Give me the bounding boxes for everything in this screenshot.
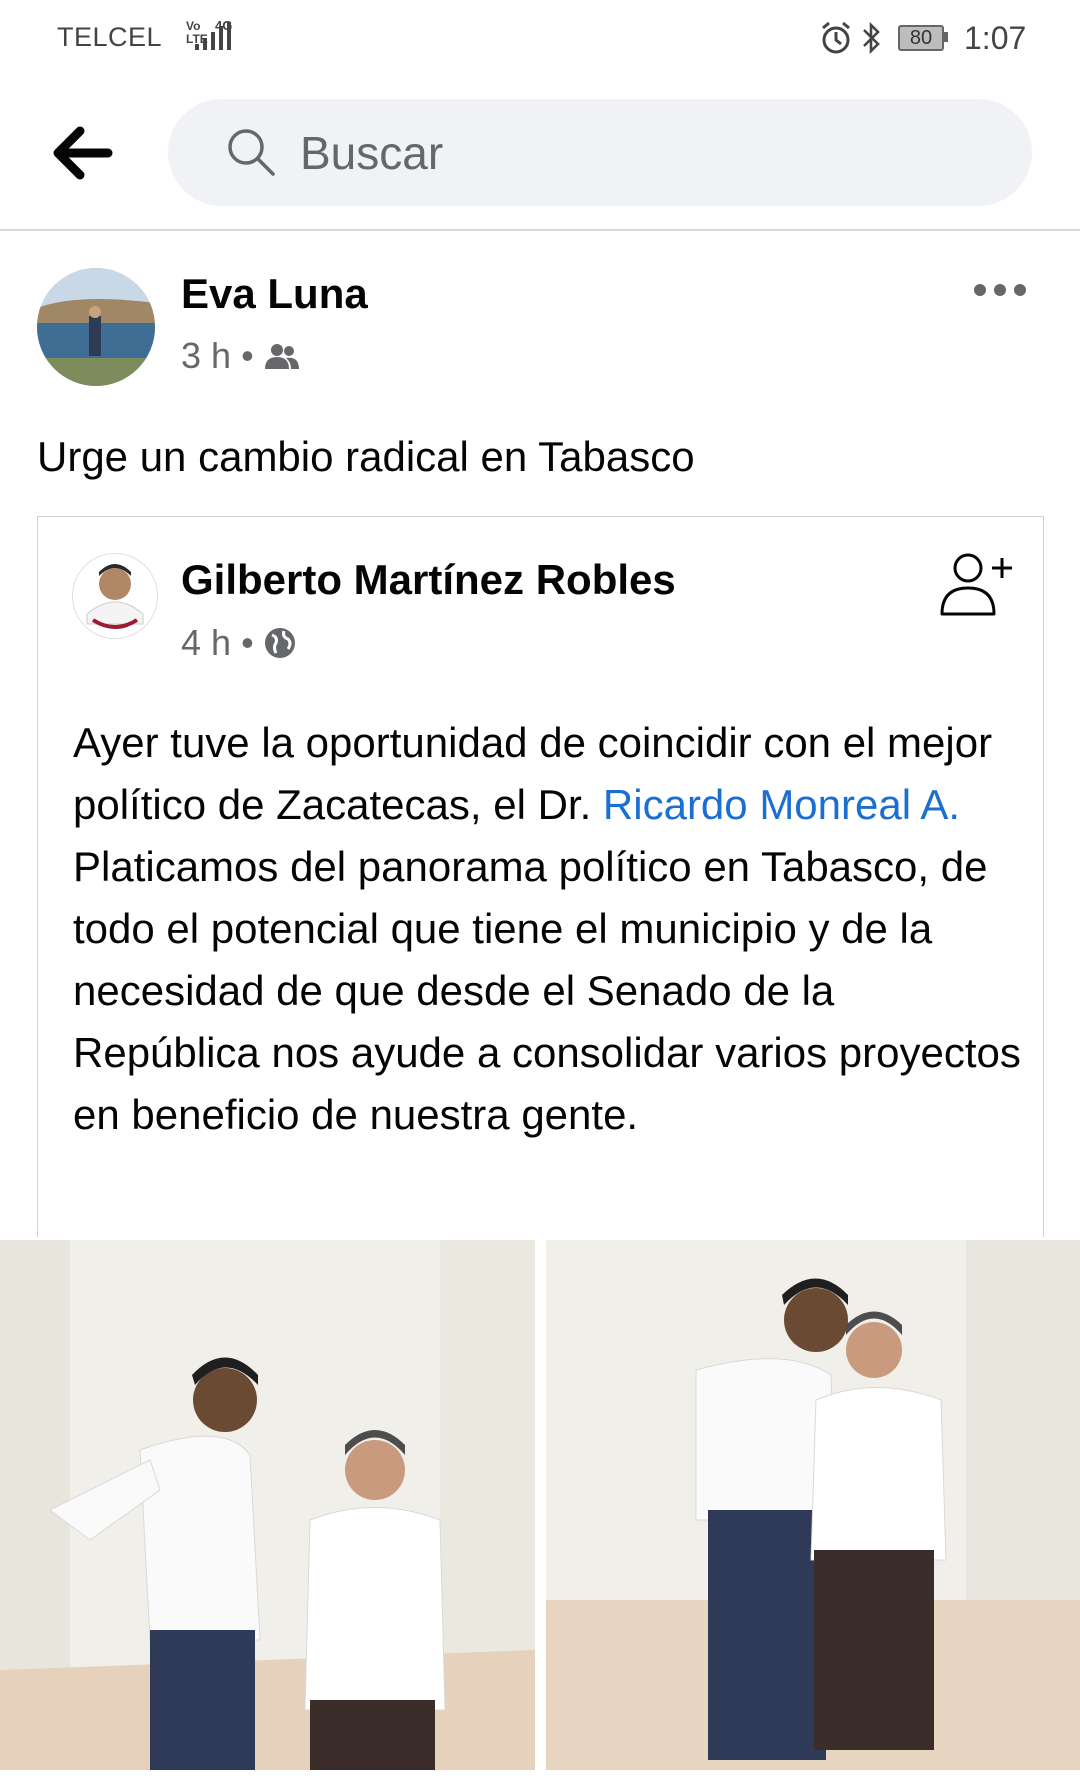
shared-text-end: Platicamos del panorama político en Taba… (73, 843, 1021, 1138)
shared-avatar[interactable] (72, 553, 158, 639)
post-text: Urge un cambio radical en Tabasco (37, 433, 695, 480)
search-input[interactable]: Buscar (168, 99, 1032, 206)
battery-icon (944, 32, 948, 42)
battery-level: 80 (898, 25, 944, 51)
clock: 1:07 (964, 20, 1027, 56)
post-author-name[interactable]: Eva Luna (181, 270, 368, 318)
meta-separator: • (241, 335, 264, 376)
add-friend-icon[interactable] (938, 546, 1018, 618)
avatar[interactable] (37, 268, 155, 386)
post-photo-1[interactable] (0, 1240, 535, 1770)
globe-icon (264, 628, 295, 658)
search-placeholder: Buscar (300, 127, 444, 179)
mention-link[interactable]: Ricardo Monreal A. (603, 781, 960, 828)
meta-separator: • (241, 622, 264, 663)
alarm-icon (822, 21, 850, 54)
signal-icon (195, 22, 231, 50)
shared-post-time[interactable]: 4 h (181, 622, 231, 663)
shared-post-text: Ayer tuve la oportunidad de coincidir co… (73, 712, 1023, 1146)
post-time[interactable]: 3 h (181, 335, 231, 376)
shared-author-name[interactable]: Gilberto Martínez Robles (181, 556, 676, 604)
status-bar: TELCEL Vo LTE 4G 80 1:07 (0, 0, 1080, 80)
carrier-name: TELCEL (57, 22, 163, 52)
more-options-icon[interactable] (972, 280, 1028, 300)
header-divider (0, 229, 1080, 231)
search-icon (228, 129, 275, 176)
friends-icon (264, 344, 299, 369)
back-arrow-icon[interactable] (50, 123, 120, 183)
post-photo-2[interactable] (546, 1240, 1080, 1770)
bluetooth-icon (863, 21, 880, 55)
shared-post-meta: 4 h • (181, 622, 296, 664)
post-meta: 3 h • (181, 335, 300, 377)
